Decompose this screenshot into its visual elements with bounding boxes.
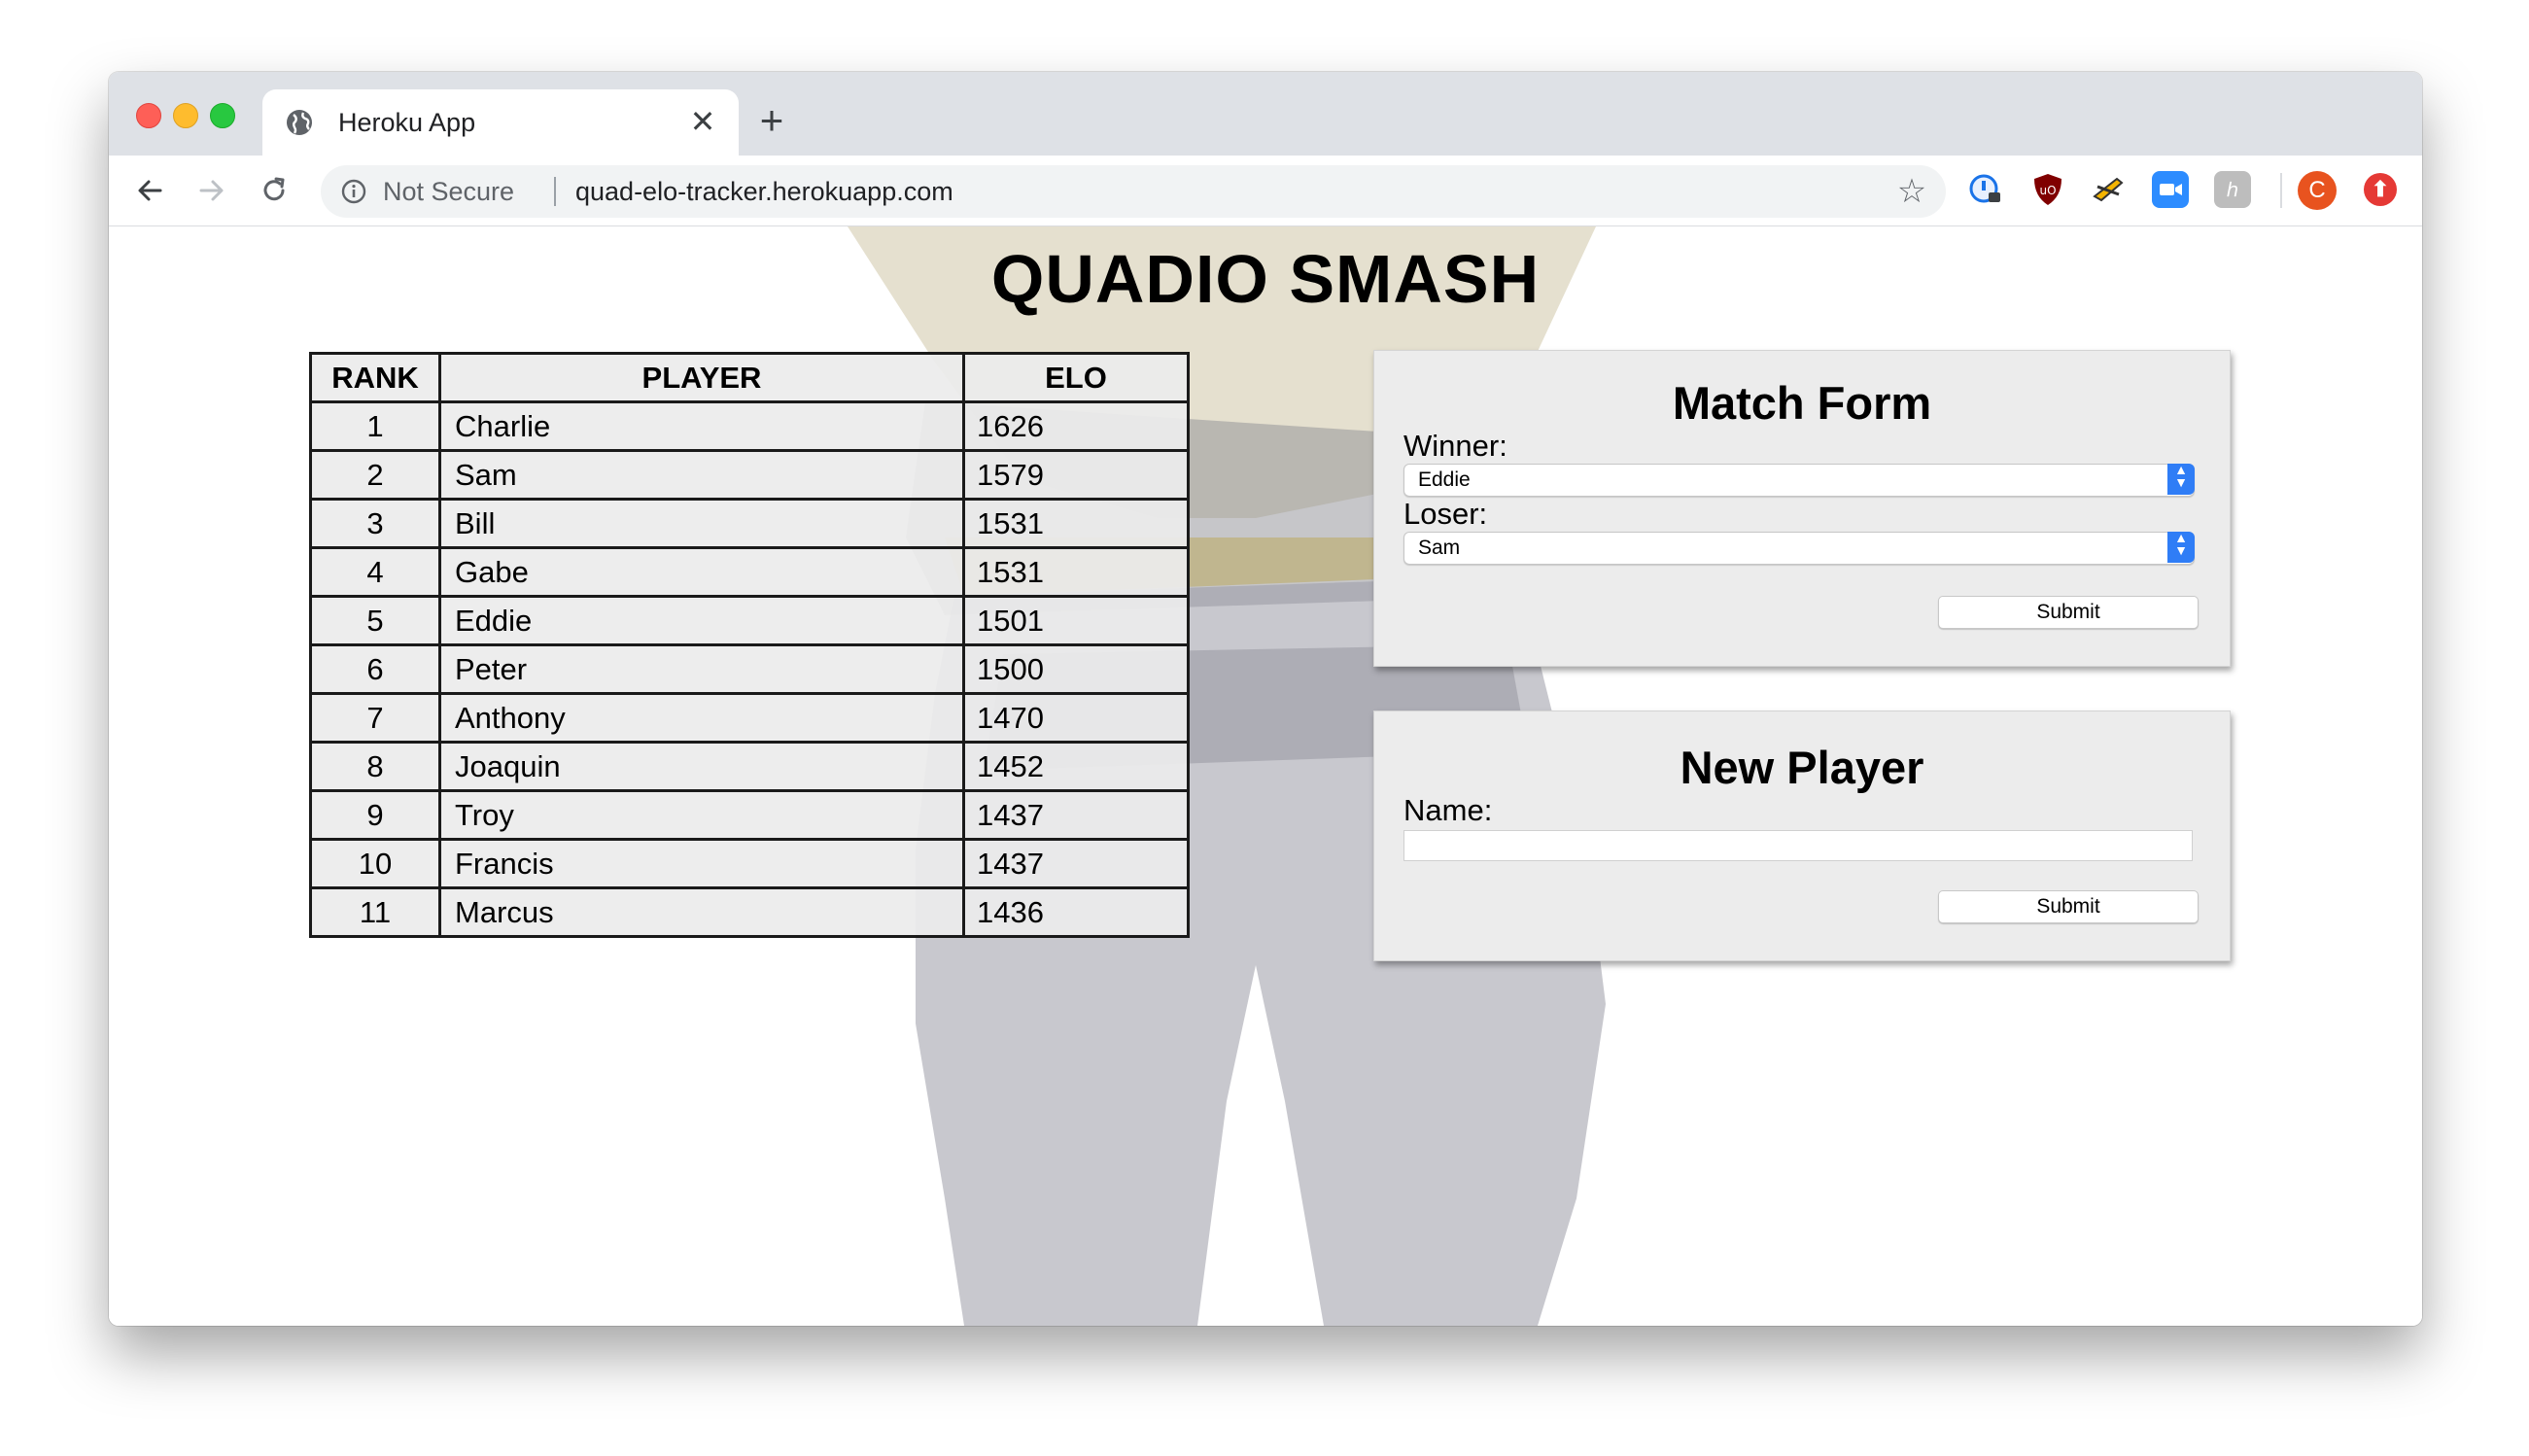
tab-bar: Heroku App ✕ + <box>109 72 2422 156</box>
back-arrow-icon[interactable] <box>128 169 171 212</box>
extension-gray-icon[interactable]: ℎ <box>2214 171 2251 208</box>
forward-arrow-icon[interactable] <box>191 169 233 212</box>
elo-cell: 1470 <box>962 692 1190 744</box>
player-cell: Charlie <box>438 400 965 452</box>
elo-cell: 1437 <box>962 838 1190 889</box>
svg-text:ℎ: ℎ <box>2227 178 2239 201</box>
password-manager-icon[interactable] <box>1967 171 2004 208</box>
rank-cell: 6 <box>309 643 441 695</box>
elo-cell: 1531 <box>962 498 1190 549</box>
maximize-window-button[interactable] <box>210 103 235 128</box>
player-cell: Marcus <box>438 886 965 938</box>
minimize-window-button[interactable] <box>173 103 198 128</box>
rankings-body: 1 Charlie 1626 2 Sam 1579 3 Bill 1531 4 Gabe 1531 5 E… <box>309 400 1190 938</box>
globe-icon <box>287 110 312 135</box>
winner-label: Winner: <box>1403 429 1507 463</box>
ublock-icon[interactable]: uO <box>2029 171 2066 208</box>
match-form-title: Match Form <box>1672 377 1932 429</box>
new-tab-button[interactable]: + <box>752 100 791 141</box>
url-text[interactable]: quad-elo-tracker.herokuapp.com <box>575 177 953 206</box>
table-header-row: RANK PLAYER ELO <box>309 352 1190 403</box>
player-cell: Eddie <box>438 595 965 646</box>
elo-cell: 1501 <box>962 595 1190 646</box>
player-cell: Peter <box>438 643 965 695</box>
table-row: 7 Anthony 1470 <box>309 692 1190 744</box>
loser-select[interactable]: Sam ▲ ▼ <box>1403 531 2195 565</box>
toolbar-separator <box>2280 173 2282 208</box>
rank-cell: 8 <box>309 741 441 792</box>
name-label: Name: <box>1403 793 1493 827</box>
player-cell: Bill <box>438 498 965 549</box>
table-row: 5 Eddie 1501 <box>309 595 1190 646</box>
table-row: 1 Charlie 1626 <box>309 400 1190 452</box>
select-arrows-icon: ▲ ▼ <box>2167 463 2195 495</box>
player-cell: Sam <box>438 449 965 501</box>
winner-select[interactable]: Eddie ▲ ▼ <box>1403 463 2195 497</box>
table-row: 3 Bill 1531 <box>309 498 1190 549</box>
zoom-icon[interactable] <box>2152 171 2189 208</box>
match-submit-button[interactable]: Submit <box>1938 596 2199 629</box>
select-arrows-icon: ▲ ▼ <box>2167 531 2195 563</box>
rank-cell: 10 <box>309 838 441 889</box>
extension-icon[interactable] <box>2090 171 2127 208</box>
tab-close-icon[interactable]: ✕ <box>686 105 719 138</box>
table-row: 6 Peter 1500 <box>309 643 1190 695</box>
tab-title: Heroku App <box>338 108 476 137</box>
svg-text:uO: uO <box>2039 184 2056 197</box>
close-window-button[interactable] <box>136 103 161 128</box>
rank-cell: 1 <box>309 400 441 452</box>
new-player-title: New Player <box>1680 742 1924 793</box>
match-form-panel: Match Form Winner: Eddie ▲ ▼ Loser: Sam ▲… <box>1373 350 2231 667</box>
elo-cell: 1436 <box>962 886 1190 938</box>
elo-cell: 1626 <box>962 400 1190 452</box>
winner-select-value: Eddie <box>1418 468 1471 491</box>
browser-toolbar: Not Secure quad-elo-tracker.herokuapp.co… <box>109 156 2422 226</box>
player-cell: Joaquin <box>438 741 965 792</box>
address-bar[interactable]: Not Secure quad-elo-tracker.herokuapp.co… <box>321 165 1946 218</box>
elo-cell: 1531 <box>962 546 1190 598</box>
browser-tab[interactable]: Heroku App ✕ <box>262 89 739 156</box>
player-cell: Troy <box>438 789 965 841</box>
table-row: 11 Marcus 1436 <box>309 886 1190 938</box>
elo-cell: 1452 <box>962 741 1190 792</box>
loser-select-value: Sam <box>1418 537 1461 559</box>
player-cell: Francis <box>438 838 965 889</box>
security-status: Not Secure <box>383 177 515 206</box>
rank-cell: 4 <box>309 546 441 598</box>
page-viewport: QUADIO SMASH RANK PLAYER ELO 1 Charlie 162… <box>109 226 2422 1326</box>
reload-icon[interactable] <box>253 169 295 212</box>
address-separator <box>554 177 556 206</box>
new-player-submit-button[interactable]: Submit <box>1938 890 2199 923</box>
player-cell: Gabe <box>438 546 965 598</box>
player-cell: Anthony <box>438 692 965 744</box>
page-title: QUADIO SMASH <box>990 241 1541 317</box>
new-player-panel: New Player Name: Submit <box>1373 711 2231 961</box>
elo-cell: 1500 <box>962 643 1190 695</box>
table-row: 9 Troy 1437 <box>309 789 1190 841</box>
column-header-elo: ELO <box>962 352 1190 403</box>
rank-cell: 7 <box>309 692 441 744</box>
table-row: 4 Gabe 1531 <box>309 546 1190 598</box>
rank-cell: 3 <box>309 498 441 549</box>
elo-cell: 1579 <box>962 449 1190 501</box>
elo-cell: 1437 <box>962 789 1190 841</box>
update-icon[interactable]: ⬆ <box>2364 173 2397 206</box>
rank-cell: 9 <box>309 789 441 841</box>
table-row: 10 Francis 1437 <box>309 838 1190 889</box>
rank-cell: 5 <box>309 595 441 646</box>
name-input[interactable] <box>1403 830 2193 861</box>
column-header-rank: RANK <box>309 352 441 403</box>
info-icon[interactable] <box>340 178 367 205</box>
profile-avatar[interactable]: C <box>2298 171 2337 210</box>
loser-label: Loser: <box>1403 497 1488 531</box>
rank-cell: 11 <box>309 886 441 938</box>
rank-cell: 2 <box>309 449 441 501</box>
table-row: 2 Sam 1579 <box>309 449 1190 501</box>
browser-window: Heroku App ✕ + Not Secure quad-elo-track… <box>109 72 2422 1326</box>
bookmark-star-icon[interactable]: ☆ <box>1895 175 1928 208</box>
column-header-player: PLAYER <box>438 352 965 403</box>
rankings-table: RANK PLAYER ELO 1 Charlie 1626 2 Sam 1579 3 Bil… <box>309 352 1190 938</box>
table-row: 8 Joaquin 1452 <box>309 741 1190 792</box>
